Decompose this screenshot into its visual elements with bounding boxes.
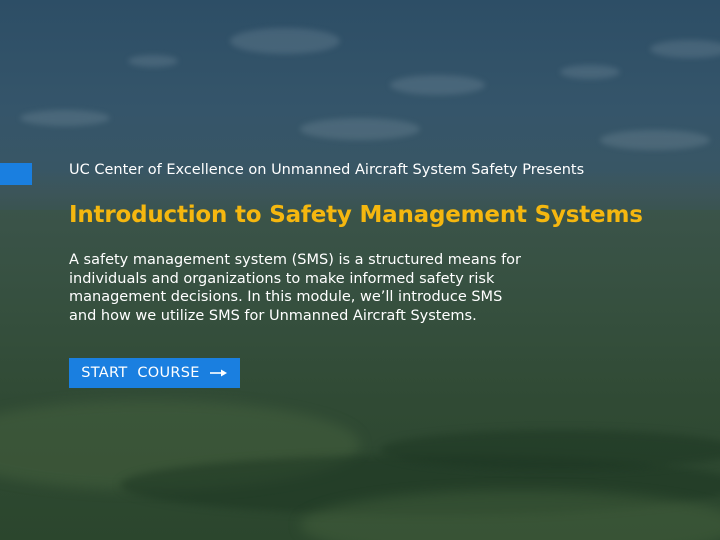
arrow-right-icon: [209, 368, 228, 378]
start-course-label: START COURSE: [81, 365, 200, 381]
background-cloud: [20, 110, 110, 126]
background-cloud: [560, 65, 620, 79]
course-intro-slide: UC Center of Excellence on Unmanned Airc…: [0, 0, 720, 540]
background-hill: [380, 430, 720, 470]
course-title: Introduction to Safety Management System…: [69, 202, 643, 228]
background-cloud: [650, 40, 720, 58]
start-course-button[interactable]: START COURSE: [69, 358, 240, 388]
background-cloud: [390, 75, 485, 95]
presenter-text: UC Center of Excellence on Unmanned Airc…: [69, 162, 585, 178]
background-cloud: [230, 28, 340, 54]
course-description: A safety management system (SMS) is a st…: [69, 252, 522, 324]
background-cloud: [128, 55, 178, 67]
accent-bar: [0, 163, 32, 185]
background-cloud: [300, 118, 420, 140]
background-cloud: [600, 130, 710, 150]
